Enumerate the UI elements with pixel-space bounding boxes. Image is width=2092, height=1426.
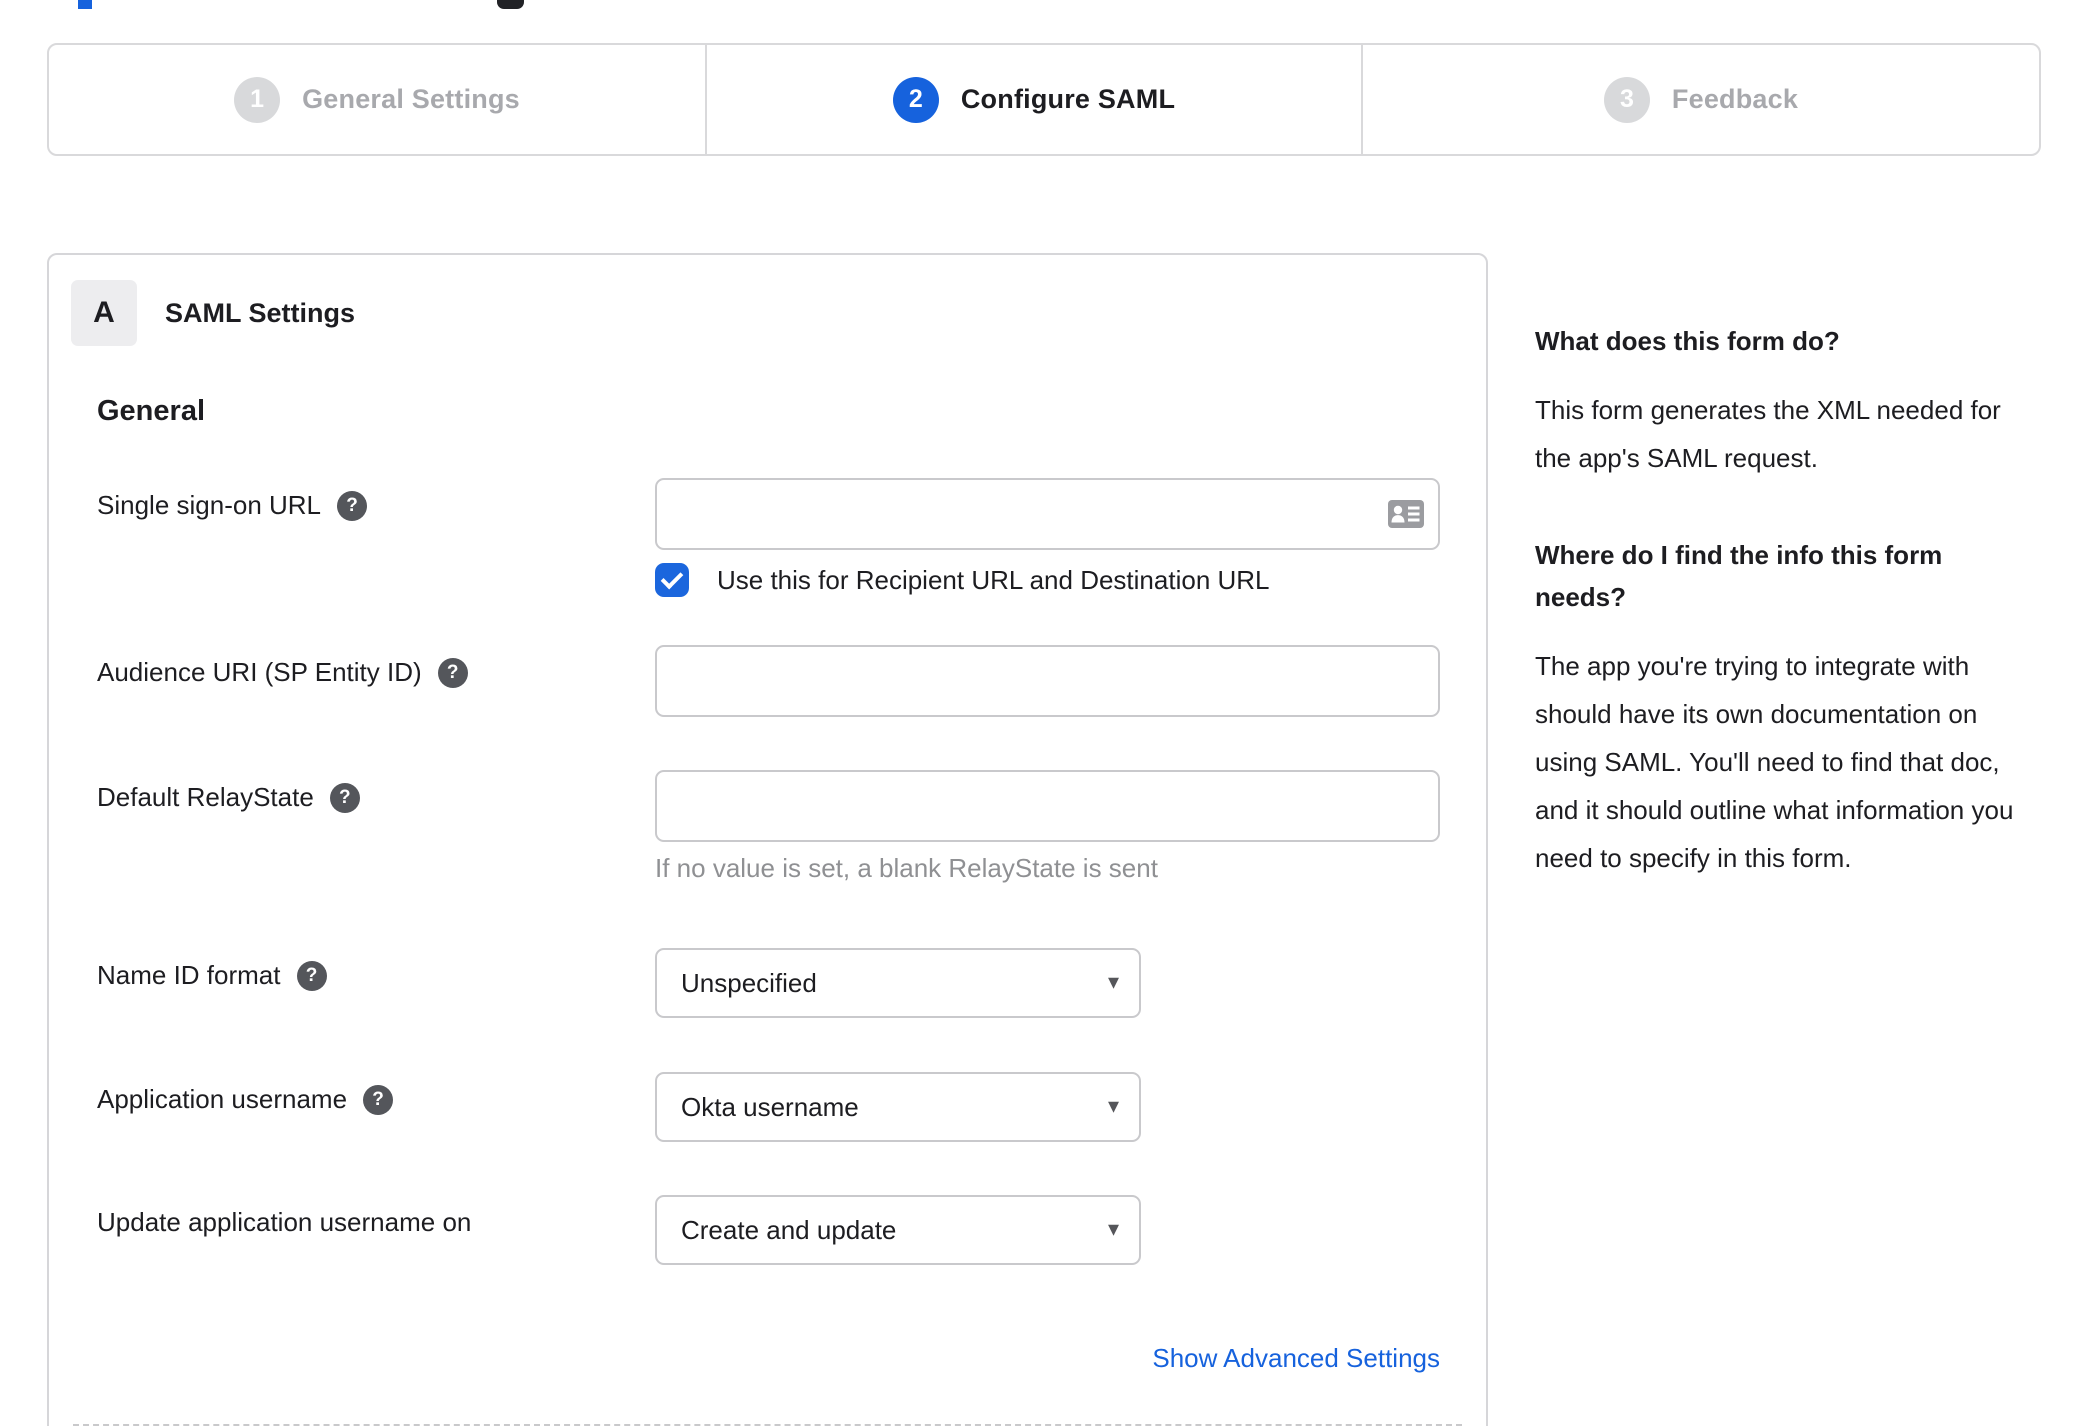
update-username-label-text: Update application username on	[97, 1207, 472, 1237]
contact-card-icon	[1388, 500, 1424, 528]
help-sidebar: What does this form do? This form genera…	[1535, 320, 2027, 934]
app-username-label-text: Application username	[97, 1084, 348, 1114]
saml-settings-panel: A SAML Settings General Single sign-on U…	[47, 253, 1488, 1426]
cropped-app-icon-fragment	[497, 0, 524, 9]
audience-uri-label: Audience URI (SP Entity ID) ?	[97, 657, 468, 688]
chevron-down-icon: ▾	[1107, 969, 1119, 995]
nameid-format-label-text: Name ID format	[97, 960, 281, 990]
step-3-number-badge: 3	[1603, 76, 1650, 123]
app-username-help-icon[interactable]: ?	[363, 1084, 394, 1115]
audience-uri-input[interactable]	[655, 645, 1440, 717]
configure-saml-page: 1 General Settings 2 Configure SAML 3 Fe…	[0, 0, 2092, 1426]
step-3-label: Feedback	[1671, 84, 1799, 114]
step-configure-saml[interactable]: 2 Configure SAML	[705, 45, 1363, 154]
wizard-stepper: 1 General Settings 2 Configure SAML 3 Fe…	[47, 43, 2041, 156]
step-1-label: General Settings	[302, 84, 520, 114]
relaystate-input[interactable]	[655, 770, 1440, 842]
nameid-format-select[interactable]: Unspecified ▾	[655, 948, 1141, 1018]
cropped-logo-fragment	[78, 0, 92, 9]
sidebar-body-what: This form generates the XML needed for t…	[1535, 395, 2001, 473]
sidebar-body-where: The app you're trying to integrate with …	[1535, 651, 2014, 873]
update-username-label: Update application username on	[97, 1207, 471, 1238]
step-2-number-badge: 2	[892, 76, 939, 123]
step-2-label: Configure SAML	[960, 84, 1176, 114]
update-username-value: Create and update	[681, 1214, 897, 1245]
nameid-format-label: Name ID format ?	[97, 960, 327, 991]
step-1-number-badge: 1	[234, 76, 281, 123]
sidebar-heading-where: Where do I find the info this form needs…	[1535, 540, 1943, 612]
app-username-label: Application username ?	[97, 1084, 394, 1115]
section-title: SAML Settings	[165, 297, 356, 328]
sso-url-input-wrap	[655, 478, 1440, 550]
nameid-format-help-icon[interactable]: ?	[296, 960, 327, 991]
general-group-heading: General	[97, 395, 205, 427]
chevron-down-icon: ▾	[1107, 1093, 1119, 1119]
sso-url-input[interactable]	[655, 478, 1440, 550]
step-feedback[interactable]: 3 Feedback	[1363, 45, 2039, 154]
step-general-settings[interactable]: 1 General Settings	[49, 45, 705, 154]
sso-url-label-text: Single sign-on URL	[97, 490, 322, 520]
sso-url-help-icon[interactable]: ?	[337, 490, 368, 521]
sso-url-label: Single sign-on URL ?	[97, 490, 368, 521]
recipient-url-checkbox-label: Use this for Recipient URL and Destinati…	[717, 565, 1270, 595]
relaystate-helper-text: If no value is set, a blank RelayState i…	[655, 853, 1158, 883]
chevron-down-icon: ▾	[1107, 1216, 1119, 1242]
app-username-value: Okta username	[681, 1091, 859, 1122]
relaystate-label: Default RelayState ?	[97, 782, 360, 813]
app-username-select[interactable]: Okta username ▾	[655, 1072, 1141, 1142]
relaystate-label-text: Default RelayState	[97, 782, 314, 812]
audience-uri-label-text: Audience URI (SP Entity ID)	[97, 657, 422, 687]
section-a-badge: A	[71, 280, 137, 346]
audience-uri-help-icon[interactable]: ?	[437, 657, 468, 688]
sidebar-heading-what: What does this form do?	[1535, 326, 1840, 356]
show-advanced-settings-link[interactable]: Show Advanced Settings	[1152, 1341, 1440, 1375]
relaystate-help-icon[interactable]: ?	[329, 782, 360, 813]
nameid-format-value: Unspecified	[681, 967, 817, 998]
recipient-url-checkbox[interactable]	[655, 563, 689, 597]
update-username-select[interactable]: Create and update ▾	[655, 1195, 1141, 1265]
